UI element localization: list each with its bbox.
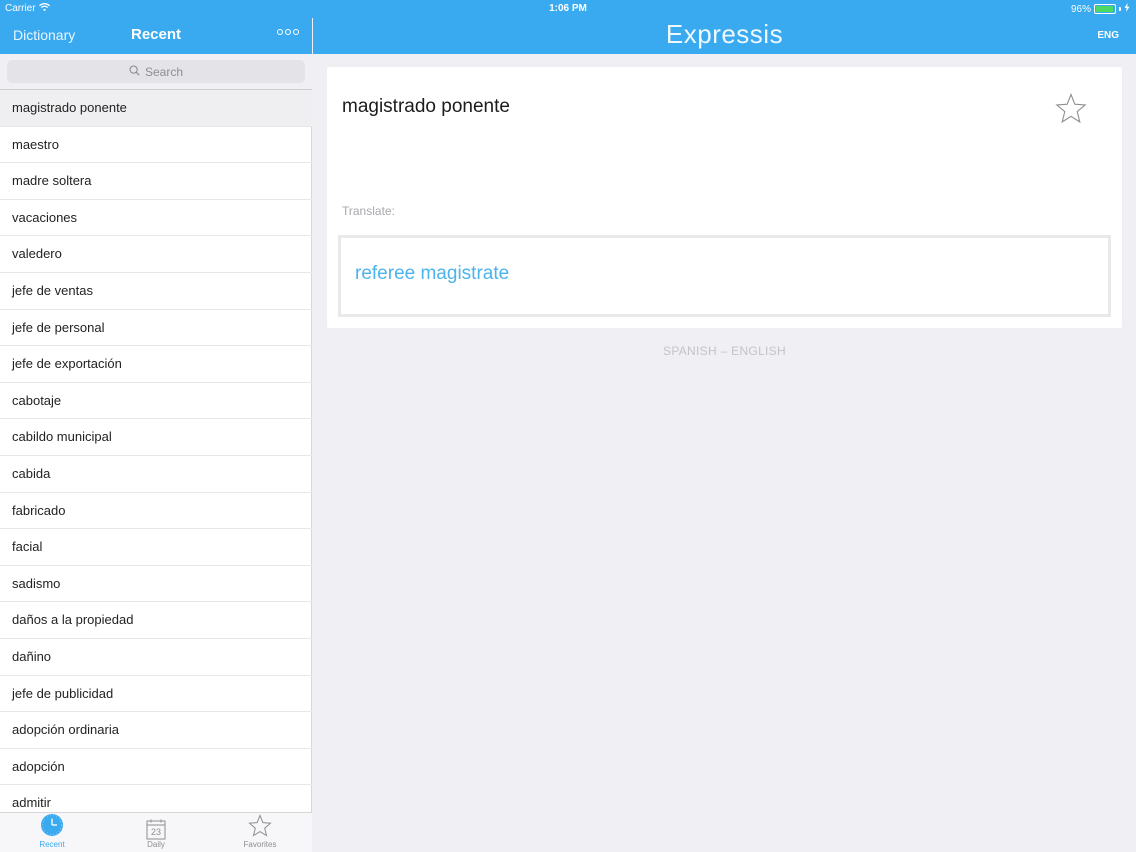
recent-word-list: magistrado ponente maestro madre soltera va… <box>0 90 312 812</box>
list-item[interactable]: jefe de exportación <box>0 346 312 383</box>
battery-percent: 96% <box>1070 3 1091 15</box>
sidebar: Dictionary Recent Search magistrado pone… <box>0 0 312 852</box>
clock-icon <box>40 813 64 840</box>
search-icon <box>129 64 140 79</box>
tab-daily-label: Daily <box>147 840 165 849</box>
search-placeholder: Search <box>144 64 184 79</box>
battery-level <box>1096 6 1114 12</box>
list-item[interactable]: maestro <box>0 127 312 164</box>
battery-nub <box>1119 7 1121 11</box>
calendar-day: 23 <box>150 827 161 837</box>
translation-box: referee magistrate <box>338 235 1111 317</box>
tab-bar: Recent 23 Daily Favorites <box>0 812 312 852</box>
translate-label: Translate: <box>342 204 395 218</box>
status-bar: Carrier 1:06 PM 96% <box>0 0 1136 18</box>
list-item[interactable]: adopción <box>0 749 312 786</box>
list-item[interactable]: cabildo municipal <box>0 419 312 456</box>
app-title: Expressis <box>665 19 784 49</box>
list-item[interactable]: adopción ordinaria <box>0 712 312 749</box>
calendar-icon: 23 <box>146 819 166 840</box>
search-input[interactable]: Search <box>7 60 305 83</box>
term-heading: magistrado ponente <box>342 96 510 117</box>
star-outline-icon[interactable] <box>1055 92 1087 129</box>
list-item[interactable]: jefe de ventas <box>0 273 312 310</box>
term-card: magistrado ponente Translate: referee ma… <box>327 67 1122 328</box>
list-item[interactable]: dañino <box>0 639 312 676</box>
tab-favorites-label: Favorites <box>243 840 277 849</box>
list-item[interactable]: madre soltera <box>0 163 312 200</box>
list-item[interactable]: jefe de personal <box>0 310 312 347</box>
tab-favorites[interactable]: Favorites <box>208 813 312 852</box>
list-item[interactable]: cabotaje <box>0 383 312 420</box>
tab-daily[interactable]: 23 Daily <box>104 813 208 852</box>
list-item[interactable]: vacaciones <box>0 200 312 237</box>
status-time: 1:06 PM <box>549 3 587 14</box>
list-item[interactable]: fabricado <box>0 493 312 530</box>
list-item[interactable]: admitir <box>0 785 312 812</box>
language-button[interactable]: ENG <box>1097 30 1119 41</box>
ellipsis-icon[interactable] <box>277 29 299 35</box>
tab-recent-label: Recent <box>39 840 65 849</box>
star-icon <box>248 814 272 840</box>
main-nav-bar: Expressis ENG <box>313 18 1136 54</box>
list-item[interactable]: sadismo <box>0 566 312 603</box>
status-battery: 96% <box>1071 3 1130 15</box>
list-item[interactable]: jefe de publicidad <box>0 676 312 713</box>
sidebar-title: Recent <box>130 26 182 43</box>
list-item[interactable]: daños a la propiedad <box>0 602 312 639</box>
charging-icon <box>1124 3 1130 15</box>
sidebar-nav-bar: Dictionary Recent <box>0 18 312 54</box>
list-item[interactable]: cabida <box>0 456 312 493</box>
list-item[interactable]: magistrado ponente <box>0 90 312 127</box>
search-bar: Search <box>0 54 312 90</box>
battery-icon <box>1094 4 1116 14</box>
list-item[interactable]: facial <box>0 529 312 566</box>
tab-recent[interactable]: Recent <box>0 813 104 852</box>
language-direction: SPANISH – ENGLISH <box>663 344 786 358</box>
translation-text: referee magistrate <box>355 263 510 284</box>
list-item[interactable]: valedero <box>0 236 312 273</box>
